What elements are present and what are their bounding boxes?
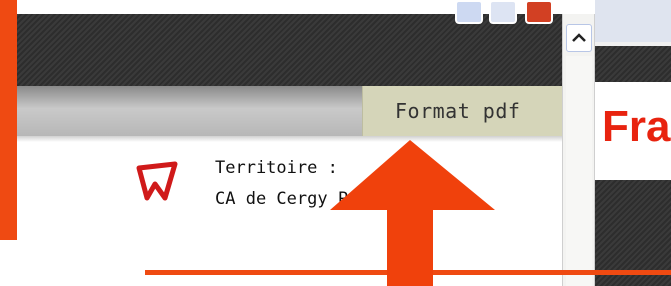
close-button[interactable]	[525, 0, 553, 24]
format-pdf-button[interactable]: Format pdf	[362, 86, 562, 136]
minimize-button[interactable]	[455, 0, 483, 24]
territory-title: Territoire :	[215, 158, 338, 178]
background-page-heading: Fra	[602, 102, 671, 151]
popup-header	[17, 14, 562, 86]
left-accent-strip	[0, 0, 17, 240]
scroll-up-button[interactable]	[566, 24, 592, 52]
background-page-top	[595, 0, 671, 42]
arrow-up-icon	[330, 140, 495, 286]
scrollbar-track[interactable]	[566, 56, 592, 286]
background-page-header	[595, 46, 671, 82]
vertical-scrollbar[interactable]	[562, 14, 595, 286]
red-chevron-logo-icon	[136, 161, 178, 201]
maximize-button[interactable]	[489, 0, 517, 24]
chevron-up-icon	[572, 33, 586, 42]
format-pdf-label: Format pdf	[395, 99, 521, 123]
